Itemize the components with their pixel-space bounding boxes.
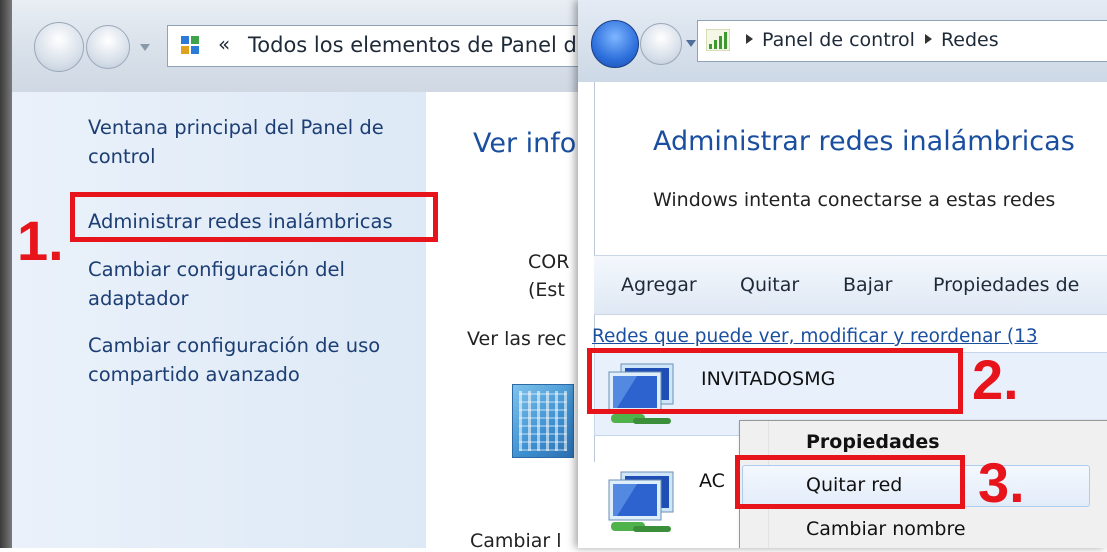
wireless-signal-icon (706, 29, 730, 51)
breadcrumb-networks[interactable]: Redes (941, 29, 999, 51)
address-bar[interactable]: Panel de control Redes (697, 20, 1107, 62)
recent-pages-dropdown[interactable] (686, 40, 696, 47)
left-main-pane (426, 92, 578, 548)
forward-button[interactable] (86, 25, 130, 69)
networks-group-header[interactable]: Redes que puede ver, modificar y reorden… (592, 326, 1038, 347)
address-text[interactable]: Todos los elementos de Panel d (248, 33, 577, 57)
view-networks-label: Ver las rec (467, 328, 567, 350)
control-panel-icon (179, 34, 201, 56)
breadcrumb-overflow-chevron[interactable]: « (218, 32, 230, 56)
address-bar[interactable]: « Todos los elementos de Panel d (167, 25, 578, 67)
menu-item-properties[interactable]: Propiedades (806, 431, 940, 453)
change-settings-label: Cambiar l (470, 530, 562, 552)
breadcrumb: Panel de control Redes (742, 29, 999, 51)
sidebar-link-control-panel-home[interactable]: Ventana principal del Panel de control (88, 113, 384, 171)
annotation-box-step3 (735, 455, 965, 509)
annotation-step2-label: 2. (972, 348, 1019, 411)
active-network-name: COR (Est (528, 251, 570, 301)
annotation-box-step2 (587, 348, 963, 414)
breadcrumb-control-panel[interactable]: Panel de control (762, 29, 915, 51)
annotation-step3-label: 3. (978, 451, 1025, 514)
move-down-button[interactable]: Bajar (843, 274, 892, 296)
breadcrumb-separator-icon (746, 34, 753, 44)
sidebar-link-adapter-settings[interactable]: Cambiar configuración del adaptador (88, 255, 345, 313)
menu-item-rename[interactable]: Cambiar nombre (806, 518, 966, 540)
forward-button[interactable] (640, 23, 682, 65)
back-button[interactable] (591, 20, 639, 68)
network-building-icon (512, 384, 574, 458)
back-button[interactable] (34, 22, 84, 72)
annotation-step1-label: 1. (17, 209, 64, 272)
breadcrumb-separator-icon (924, 34, 932, 44)
network-name: AC (699, 470, 725, 492)
annotation-box-step1 (70, 192, 438, 242)
remove-button[interactable]: Quitar (740, 274, 799, 296)
network-computer-icon (608, 471, 674, 532)
sidebar-link-sharing-settings[interactable]: Cambiar configuración de uso compartido … (88, 331, 380, 389)
recent-pages-dropdown[interactable] (140, 44, 150, 51)
left-page-title: Ver info (473, 128, 577, 159)
page-title: Administrar redes inalámbricas (653, 126, 1075, 157)
adapter-properties-button[interactable]: Propiedades de (933, 274, 1079, 296)
window-edge (0, 0, 12, 548)
page-description: Windows intenta conectarse a estas redes (653, 189, 1056, 211)
add-button[interactable]: Agregar (621, 274, 697, 296)
